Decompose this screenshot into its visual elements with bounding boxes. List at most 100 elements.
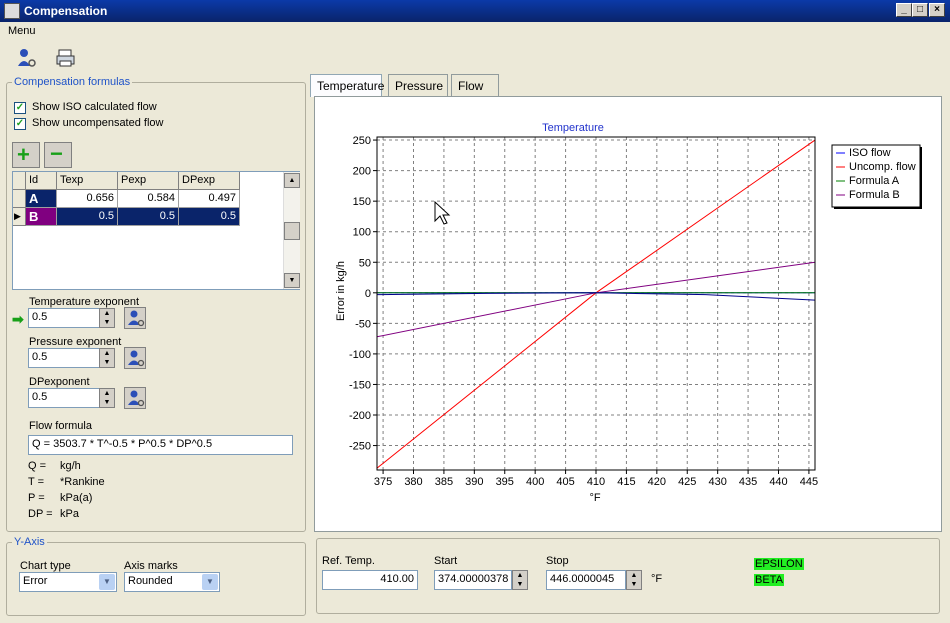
print-icon[interactable] <box>54 46 78 70</box>
flow-formula-field[interactable]: Q = 3503.7 * T^-0.5 * P^0.5 * DP^0.5 <box>28 435 293 455</box>
minimize-button[interactable]: _ <box>896 3 912 17</box>
tab-temperature[interactable]: Temperature <box>310 74 384 97</box>
pressure-exponent-stepper[interactable]: ▲ ▼ <box>99 348 115 368</box>
show-iso-checkbox[interactable]: ✓ <box>14 102 26 114</box>
status-label-beta: BETA <box>754 574 784 586</box>
y-axis-label: Error in kg/h <box>335 261 347 321</box>
add-formula-button[interactable]: + <box>12 142 40 168</box>
unit-sym: DP = <box>28 508 53 520</box>
scroll-thumb[interactable] <box>284 222 300 240</box>
chart-type-select[interactable]: Error ▼ <box>19 572 117 592</box>
title-bar[interactable]: Compensation _ □ × <box>0 0 950 22</box>
x-tick-label: 445 <box>800 476 818 488</box>
dp-exponent-picker-icon[interactable] <box>124 387 146 409</box>
y-tick-label: -50 <box>355 318 371 330</box>
table-cell[interactable]: 0.584 <box>118 190 179 208</box>
unit-sym: Q = <box>28 460 47 472</box>
ref-temp-field[interactable]: 410.00 <box>322 570 418 590</box>
legend-entry: ISO flow <box>849 147 891 159</box>
stop-stepper[interactable]: ▲ ▼ <box>626 570 642 590</box>
y-tick-label: 100 <box>353 227 371 239</box>
plus-icon: + <box>17 142 30 167</box>
ref-temp-label: Ref. Temp. <box>322 555 375 567</box>
table-cell[interactable]: 0.5 <box>57 208 118 226</box>
tab-flow[interactable]: Flow <box>451 74 499 96</box>
row-header-corner <box>13 172 26 190</box>
formula-table[interactable]: Id Texp Pexp DPexp A 0.656 0.584 0.497 ▶… <box>12 171 300 290</box>
flow-formula-label: Flow formula <box>29 420 92 432</box>
scroll-up-icon[interactable]: ▲ <box>284 173 300 188</box>
y-tick-label: 200 <box>353 166 371 178</box>
start-field[interactable]: 374.00000378 <box>434 570 512 590</box>
pressure-exponent-label: Pressure exponent <box>29 336 122 348</box>
chart-title: Temperature <box>542 122 604 134</box>
current-row-indicator-icon[interactable]: ▶ <box>13 208 26 226</box>
row-header[interactable] <box>13 190 26 208</box>
minus-icon: − <box>50 141 63 166</box>
chart-type-value: Error <box>23 575 48 587</box>
table-cell[interactable]: 0.656 <box>57 190 118 208</box>
column-header[interactable]: Pexp <box>118 172 179 190</box>
axis-marks-value: Rounded <box>128 575 173 587</box>
table-scrollbar[interactable]: ▲ ▼ <box>283 172 300 289</box>
remove-formula-button[interactable]: − <box>44 142 72 168</box>
unit-sym: P = <box>28 492 45 504</box>
x-tick-label: 425 <box>678 476 696 488</box>
legend-entry: Uncomp. flow <box>849 161 916 173</box>
x-tick-label: 435 <box>739 476 757 488</box>
x-tick-label: 415 <box>617 476 635 488</box>
column-header[interactable]: DPexp <box>179 172 240 190</box>
start-label: Start <box>434 555 458 567</box>
table-cell[interactable]: 0.5 <box>179 208 240 226</box>
axis-marks-select[interactable]: Rounded ▼ <box>124 572 220 592</box>
y-tick-label: 150 <box>353 196 371 208</box>
legend-entry: Formula A <box>849 175 900 187</box>
table-cell-id[interactable]: B <box>26 208 57 226</box>
dp-exponent-field[interactable]: 0.5 <box>28 388 100 408</box>
menu-item-menu[interactable]: Menu <box>8 25 36 37</box>
start-stepper[interactable]: ▲ ▼ <box>512 570 528 590</box>
y-tick-label: -100 <box>349 349 371 361</box>
app-icon <box>4 3 20 19</box>
chevron-down-icon[interactable]: ▼ <box>202 574 218 590</box>
y-tick-label: 250 <box>353 135 371 147</box>
column-header[interactable]: Id <box>26 172 57 190</box>
temperature-exponent-field[interactable]: 0.5 <box>28 308 100 328</box>
column-header[interactable]: Texp <box>57 172 118 190</box>
temperature-exponent-stepper[interactable]: ▲ ▼ <box>99 308 115 328</box>
window-title: Compensation <box>24 4 108 18</box>
maximize-button[interactable]: □ <box>912 3 928 17</box>
x-tick-label: 400 <box>526 476 544 488</box>
x-tick-label: 380 <box>404 476 422 488</box>
table-cell-id[interactable]: A <box>26 190 57 208</box>
unit-sym: T = <box>28 476 45 488</box>
menu-bar: Menu <box>0 22 950 42</box>
chevron-down-icon[interactable]: ▼ <box>99 574 115 590</box>
show-uncomp-checkbox[interactable]: ✓ <box>14 118 26 130</box>
tab-pressure[interactable]: Pressure <box>388 74 448 96</box>
y-tick-label: 50 <box>359 257 371 269</box>
pressure-exponent-field[interactable]: 0.5 <box>28 348 100 368</box>
axis-marks-label: Axis marks <box>124 560 178 572</box>
table-cell[interactable]: 0.497 <box>179 190 240 208</box>
scroll-down-icon[interactable]: ▼ <box>284 273 300 288</box>
y-axis-title: Y-Axis <box>12 536 47 548</box>
temperature-exponent-picker-icon[interactable] <box>124 307 146 329</box>
dp-exponent-stepper[interactable]: ▲ ▼ <box>99 388 115 408</box>
x-tick-label: 385 <box>435 476 453 488</box>
user-settings-icon[interactable] <box>14 46 38 70</box>
table-cell[interactable]: 0.5 <box>118 208 179 226</box>
reference-panel: Ref. Temp. 410.00 Start 374.00000378 ▲ ▼ … <box>316 538 940 614</box>
close-button[interactable]: × <box>929 3 945 17</box>
mouse-cursor-icon <box>434 200 451 225</box>
pressure-exponent-picker-icon[interactable] <box>124 347 146 369</box>
temperature-chart: Temperature Error in kg/h °F 375 380 385 39… <box>335 122 922 504</box>
active-field-arrow-icon: ➡ <box>12 311 24 327</box>
x-tick-label: 405 <box>556 476 574 488</box>
y-tick-label: 0 <box>365 288 371 300</box>
x-tick-label: 395 <box>496 476 514 488</box>
y-tick-label: -200 <box>349 410 371 422</box>
chart-type-label: Chart type <box>20 560 71 572</box>
chart-panel: Temperature Error in kg/h °F 375 380 385 39… <box>314 96 942 532</box>
stop-field[interactable]: 446.0000045 <box>546 570 626 590</box>
